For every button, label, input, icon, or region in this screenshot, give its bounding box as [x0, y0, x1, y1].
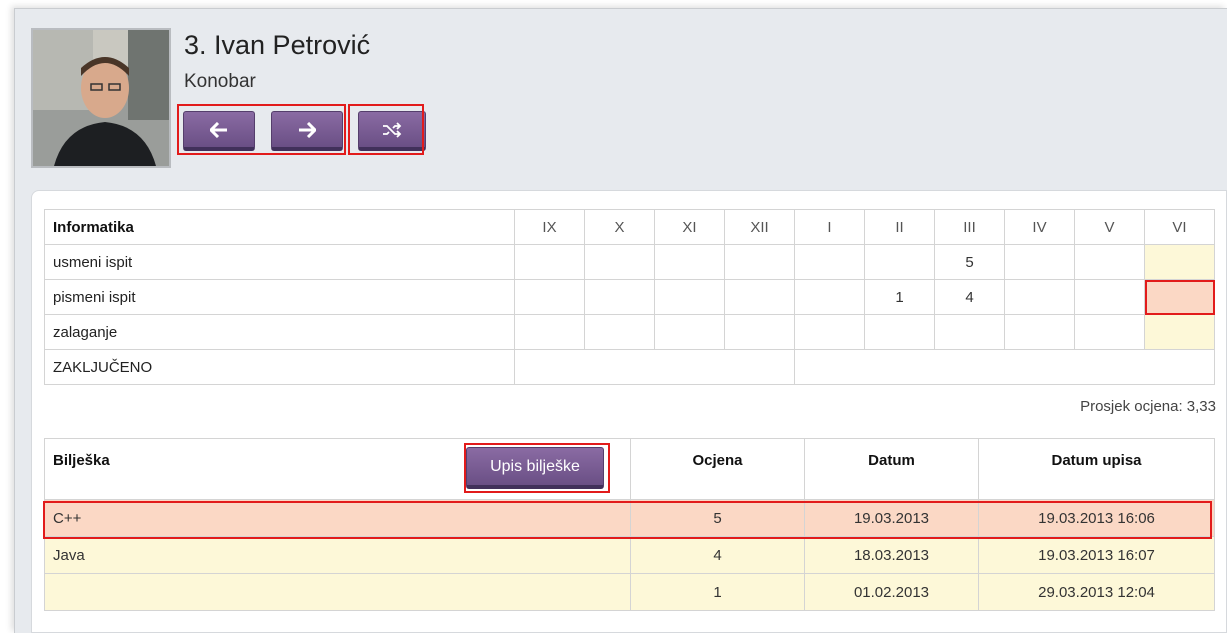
grade-cell[interactable] — [514, 314, 585, 350]
student-photo — [31, 28, 171, 168]
month-header: X — [584, 209, 655, 245]
grade-cell[interactable] — [584, 244, 655, 280]
month-header: IV — [1004, 209, 1075, 245]
arrow-right-icon — [299, 121, 316, 138]
month-header: XII — [724, 209, 795, 245]
previous-student-button[interactable] — [183, 111, 255, 151]
grade-cell-current[interactable] — [1144, 244, 1215, 280]
grade-cell[interactable] — [864, 244, 935, 280]
note-header-label: Bilješka — [53, 452, 110, 469]
random-student-button[interactable] — [358, 111, 426, 151]
note-grade: 5 — [630, 499, 805, 537]
grade-category-label: pismeni ispit — [44, 279, 515, 315]
grade-cell[interactable] — [794, 244, 865, 280]
note-text: Java — [44, 536, 631, 574]
note-entry-date: 29.03.2013 12:04 — [978, 573, 1215, 611]
final-grade-row: ZAKLJUČENO — [44, 349, 1215, 385]
month-header: II — [864, 209, 935, 245]
month-header: I — [794, 209, 865, 245]
grade-cell[interactable]: 1 — [864, 279, 935, 315]
notes-table: Bilješka Upis bilješke Ocjena Datum Datu… — [44, 438, 1215, 611]
grade-cell[interactable] — [794, 279, 865, 315]
entry-date-column-header: Datum upisa — [978, 438, 1215, 500]
subject-title: Informatika — [44, 209, 515, 245]
note-column-header: Bilješka Upis bilješke — [44, 438, 631, 500]
student-role: Konobar — [184, 71, 256, 92]
student-name: 3. Ivan Petrović — [184, 30, 371, 60]
grade-cell[interactable] — [864, 314, 935, 350]
month-header: IX — [514, 209, 585, 245]
grade-cell[interactable] — [1074, 279, 1145, 315]
note-entry-date: 19.03.2013 16:07 — [978, 536, 1215, 574]
grade-row: zalaganje — [44, 314, 1215, 350]
grade-cell[interactable] — [794, 314, 865, 350]
grade-row: pismeni ispit 1 4 — [44, 279, 1215, 315]
next-student-button[interactable] — [271, 111, 343, 151]
note-text — [44, 573, 631, 611]
grade-cell[interactable] — [1004, 279, 1075, 315]
final-grade-label: ZAKLJUČENO — [44, 349, 515, 385]
grade-row: usmeni ispit 5 — [44, 244, 1215, 280]
note-grade: 1 — [630, 573, 805, 611]
grade-cell-selected[interactable] — [1144, 279, 1215, 315]
grade-cell[interactable] — [724, 314, 795, 350]
add-note-button[interactable]: Upis bilješke — [466, 447, 604, 489]
grade-cell[interactable] — [1074, 244, 1145, 280]
date-column-header: Datum — [804, 438, 979, 500]
note-grade: 4 — [630, 536, 805, 574]
grades-table: Informatika IX X XI XII I II III IV V VI… — [44, 209, 1215, 385]
grades-header-row: Informatika IX X XI XII I II III IV V VI — [44, 209, 1215, 245]
grade-cell[interactable] — [514, 244, 585, 280]
note-date: 01.02.2013 — [804, 573, 979, 611]
note-entry-date: 19.03.2013 16:06 — [978, 499, 1215, 537]
grade-cell[interactable] — [654, 314, 725, 350]
grade-cell[interactable] — [1074, 314, 1145, 350]
note-row[interactable]: 1 01.02.2013 29.03.2013 12:04 — [44, 573, 1215, 611]
arrow-left-icon — [210, 121, 227, 138]
grade-cell[interactable]: 5 — [934, 244, 1005, 280]
month-header: VI — [1144, 209, 1215, 245]
grade-cell[interactable] — [654, 279, 725, 315]
grade-cell[interactable]: 4 — [934, 279, 1005, 315]
note-row[interactable]: Java 4 18.03.2013 19.03.2013 16:07 — [44, 536, 1215, 574]
note-date: 18.03.2013 — [804, 536, 979, 574]
grade-cell[interactable] — [654, 244, 725, 280]
note-text: C++ — [44, 499, 631, 537]
grade-cell[interactable] — [1004, 244, 1075, 280]
shuffle-icon — [383, 121, 402, 138]
note-date: 19.03.2013 — [804, 499, 979, 537]
grade-cell[interactable] — [514, 279, 585, 315]
grades-panel: Informatika IX X XI XII I II III IV V VI… — [31, 190, 1227, 633]
grade-cell[interactable] — [724, 244, 795, 280]
grade-category-label: zalaganje — [44, 314, 515, 350]
grade-cell[interactable] — [724, 279, 795, 315]
grade-cell[interactable] — [584, 314, 655, 350]
notes-header-row: Bilješka Upis bilješke Ocjena Datum Datu… — [44, 438, 1215, 500]
month-header: III — [934, 209, 1005, 245]
grade-cell[interactable] — [584, 279, 655, 315]
grade-cell[interactable] — [934, 314, 1005, 350]
grade-cell-current[interactable] — [1144, 314, 1215, 350]
grade-average: Prosjek ocjena: 3,33 — [1080, 398, 1216, 415]
grade-category-label: usmeni ispit — [44, 244, 515, 280]
note-row[interactable]: C++ 5 19.03.2013 19.03.2013 16:06 — [44, 499, 1215, 537]
month-header: V — [1074, 209, 1145, 245]
final-grade-first-term[interactable] — [514, 349, 795, 385]
grade-cell[interactable] — [1004, 314, 1075, 350]
grade-column-header: Ocjena — [630, 438, 805, 500]
month-header: XI — [654, 209, 725, 245]
final-grade-second-term[interactable] — [794, 349, 1215, 385]
